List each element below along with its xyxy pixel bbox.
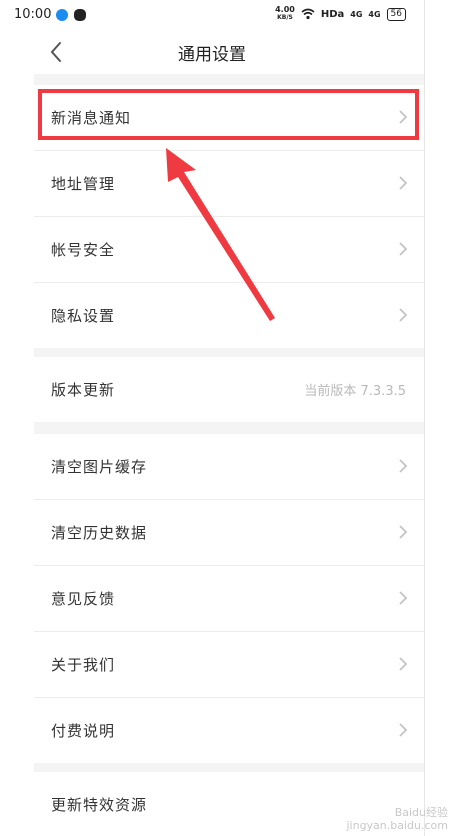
row-label: 付费说明: [51, 722, 116, 740]
settings-group-version: 版本更新 当前版本 7.3.3.5: [34, 357, 424, 422]
row-label: 帐号安全: [51, 241, 116, 259]
network-speed-unit: KB/S: [277, 14, 293, 21]
wifi-icon: [301, 8, 315, 20]
settings-row-privacy-settings[interactable]: 隐私设置: [34, 283, 424, 348]
status-time: 10:00: [14, 7, 52, 22]
settings-row-clear-image-cache[interactable]: 清空图片缓存: [34, 434, 424, 500]
row-label: 版本更新: [51, 381, 116, 399]
settings-row-payment-info[interactable]: 付费说明: [34, 698, 424, 763]
page-title: 通用设置: [178, 45, 246, 65]
settings-row-version-update[interactable]: 版本更新 当前版本 7.3.3.5: [34, 357, 424, 422]
status-bar: 10:00 4.00 KB/S HDa 4G 4G 56: [0, 0, 424, 30]
chevron-right-icon: [399, 525, 408, 539]
settings-row-about-us[interactable]: 关于我们: [34, 632, 424, 698]
settings-group-data: 清空图片缓存 清空历史数据 意见反馈 关于我们 付费说明: [34, 434, 424, 763]
network-speed-value: 4.00: [275, 5, 295, 14]
chevron-right-icon: [399, 459, 408, 473]
row-label: 清空历史数据: [51, 524, 148, 542]
header-bar: 通用设置: [0, 30, 424, 74]
row-label: 隐私设置: [51, 307, 116, 325]
network-speed: 4.00 KB/S: [275, 6, 295, 22]
signal-4g-2: 4G: [368, 9, 381, 19]
hd-indicator: HDa: [320, 8, 345, 20]
chevron-right-icon: [399, 657, 408, 671]
row-label: 意见反馈: [51, 590, 116, 608]
battery-icon: 56: [386, 7, 406, 21]
chevron-right-icon: [399, 308, 408, 322]
settings-row-feedback[interactable]: 意见反馈: [34, 566, 424, 632]
chevron-right-icon: [399, 723, 408, 737]
row-label: 清空图片缓存: [51, 458, 148, 476]
status-indicators: 4.00 KB/S HDa 4G 4G 56: [275, 6, 406, 22]
annotation-highlight-box: [38, 89, 419, 140]
wechat-icon: [74, 9, 86, 21]
chevron-right-icon: [399, 242, 408, 256]
settings-row-clear-history[interactable]: 清空历史数据: [34, 500, 424, 566]
watermark: Baidu经验 jingyan.baidu.com: [346, 806, 448, 832]
chevron-right-icon: [399, 176, 408, 190]
row-label: 关于我们: [51, 656, 116, 674]
row-label: 更新特效资源: [51, 796, 148, 814]
current-version-text: 当前版本 7.3.3.5: [304, 384, 406, 399]
watermark-line2: jingyan.baidu.com: [346, 819, 448, 832]
chevron-right-icon: [399, 591, 408, 605]
row-label: 地址管理: [51, 175, 116, 193]
right-margin: [424, 0, 454, 836]
signal-4g-1: 4G: [350, 9, 363, 19]
left-gutter: [0, 74, 34, 836]
settings-row-account-security[interactable]: 帐号安全: [34, 217, 424, 283]
app-notification-icon: [56, 9, 68, 21]
watermark-line1: Baidu经验: [394, 806, 448, 819]
settings-row-address-management[interactable]: 地址管理: [34, 151, 424, 217]
